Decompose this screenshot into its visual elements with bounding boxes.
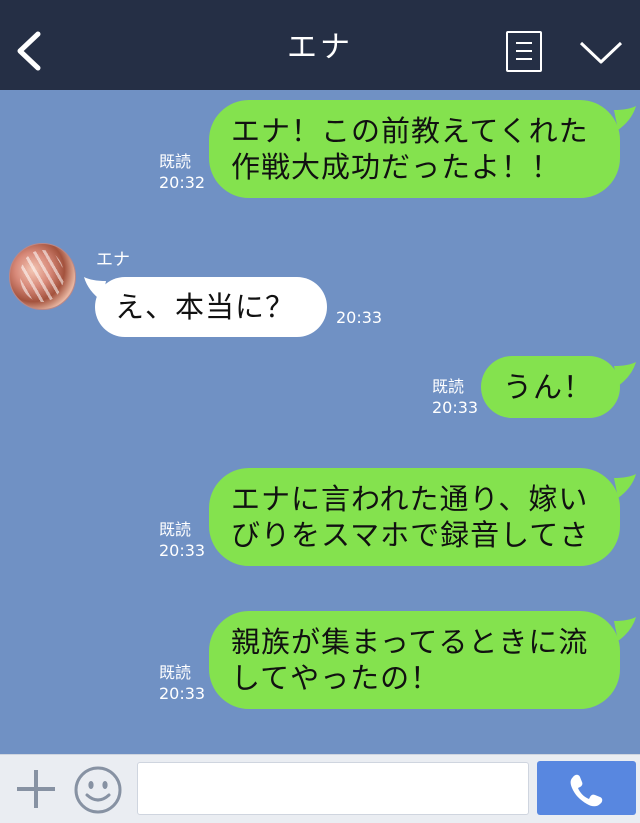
back-button[interactable] (14, 30, 44, 72)
message-input[interactable] (137, 762, 529, 815)
read-receipt: 既読 (159, 663, 192, 682)
message-meta: 既読 20:33 (159, 519, 205, 561)
outgoing-message-bubble[interactable]: 親族が集まってるときに流 してやったの！ (209, 611, 620, 709)
chevron-down-icon (579, 41, 623, 64)
message-time: 20:33 (336, 308, 383, 327)
message-meta: 既読 20:32 (159, 151, 205, 193)
outgoing-message-bubble[interactable]: エナに言われた通り、嫁い びりをスマホで録音してさ (209, 468, 620, 566)
message-text-line: うん！ (503, 370, 594, 404)
message-time: 20:33 (159, 541, 206, 560)
chat-header: エナ (0, 0, 640, 90)
sticker-button[interactable] (73, 765, 123, 815)
list-menu-icon (516, 42, 532, 44)
plus-icon (17, 770, 55, 808)
add-button[interactable] (14, 767, 58, 811)
message-meta: 既読 20:33 (159, 662, 205, 704)
message-time: 20:32 (159, 173, 206, 192)
outgoing-message-bubble[interactable]: エナ！この前教えてくれた 作戦大成功だったよ！！ (209, 100, 620, 198)
bubble-tail (614, 474, 636, 498)
message-time: 20:33 (432, 398, 479, 417)
avatar[interactable] (9, 243, 76, 310)
message-text-line: 作戦大成功だったよ！！ (231, 150, 562, 184)
message-list[interactable]: 既読 20:32 エナ！この前教えてくれた 作戦大成功だったよ！！ エナ え、本… (0, 90, 640, 754)
message-meta: 既読 20:33 (432, 376, 478, 418)
message-text-line: びりをスマホで録音してさ (231, 518, 590, 552)
menu-button[interactable] (506, 31, 542, 72)
incoming-message-bubble[interactable]: え、本当に？ (95, 277, 327, 337)
message-input-bar (0, 754, 640, 823)
phone-icon (570, 774, 603, 807)
call-button[interactable] (537, 761, 636, 815)
sender-name: エナ (96, 250, 130, 270)
read-receipt: 既読 (159, 520, 192, 539)
smiley-icon (74, 766, 122, 814)
bubble-tail (614, 362, 636, 386)
message-text-line: 親族が集まってるときに流 (231, 625, 589, 659)
list-menu-icon-line (516, 50, 532, 52)
chat-title: エナ (287, 30, 353, 65)
expand-button[interactable] (578, 38, 624, 66)
bubble-tail (614, 106, 636, 130)
message-time: 20:33 (159, 684, 206, 703)
message-text-line: してやったの！ (231, 661, 441, 695)
message-text-line: え、本当に？ (115, 290, 296, 324)
back-arrow-icon (17, 31, 41, 71)
bubble-tail (614, 617, 636, 641)
message-text-line: エナに言われた通り、嫁い (231, 482, 589, 516)
outgoing-message-bubble[interactable]: うん！ (481, 356, 620, 418)
message-text-line: エナ！この前教えてくれた (231, 114, 589, 148)
list-menu-icon-line (516, 58, 532, 60)
read-receipt: 既読 (432, 377, 465, 396)
read-receipt: 既読 (159, 152, 192, 171)
